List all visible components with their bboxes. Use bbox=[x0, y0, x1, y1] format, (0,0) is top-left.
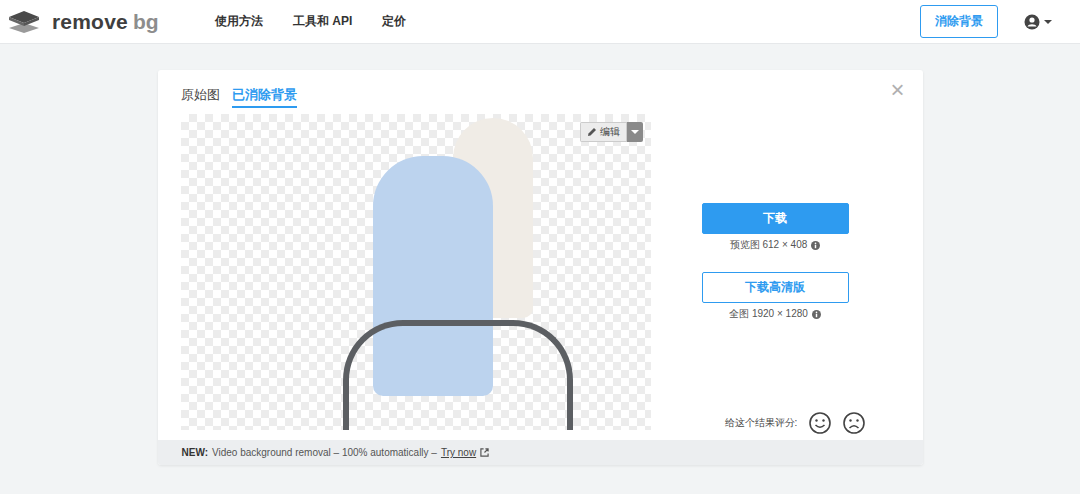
download-button[interactable]: 下载 bbox=[702, 203, 849, 234]
edit-label: 编辑 bbox=[600, 125, 620, 139]
info-icon[interactable] bbox=[812, 310, 821, 319]
tabs: 原始图已消除背景 bbox=[181, 84, 297, 108]
remove-background-button[interactable]: 消除背景 bbox=[920, 5, 998, 38]
download-caption: 全图 1920 × 1280 bbox=[729, 307, 821, 321]
download-button[interactable]: 下载高清版 bbox=[702, 272, 849, 303]
pencil-icon bbox=[587, 127, 597, 137]
external-link-icon bbox=[480, 448, 489, 457]
logo[interactable]: removebg bbox=[8, 10, 208, 34]
caret-down-icon bbox=[631, 129, 639, 135]
info-icon[interactable] bbox=[811, 241, 820, 250]
announcement-bar: NEW: Video background removal – 100% aut… bbox=[158, 440, 923, 465]
page: removebg 使用方法 工具和 API 定价 消除背景 原始图已消除背景 × 编… bbox=[0, 0, 1080, 494]
nav-item[interactable]: 定价 bbox=[382, 13, 406, 30]
top-bar: removebg 使用方法 工具和 API 定价 消除背景 bbox=[0, 0, 1080, 44]
content-area: 原始图已消除背景 × 编辑 下载 预览图 612 × 408 下载高清版 全图 … bbox=[0, 44, 1080, 465]
user-icon bbox=[1024, 14, 1040, 30]
edit-button[interactable]: 编辑 bbox=[580, 122, 643, 142]
smile-icon[interactable] bbox=[809, 412, 831, 434]
rating-label: 给这个结果评分: bbox=[725, 416, 798, 430]
nav-item[interactable]: 工具和 API bbox=[293, 13, 352, 30]
result-card: 原始图已消除背景 × 编辑 下载 预览图 612 × 408 下载高清版 全图 … bbox=[158, 70, 923, 465]
rating: 给这个结果评分: bbox=[685, 412, 866, 434]
download-panel: 下载 预览图 612 × 408 下载高清版 全图 1920 × 1280 给这… bbox=[651, 114, 905, 430]
try-now-link[interactable]: Try now bbox=[441, 447, 476, 458]
logo-word: remove bbox=[52, 10, 128, 34]
caret-down-icon bbox=[1044, 19, 1052, 25]
layers-logo-icon bbox=[8, 10, 40, 34]
announcement-text: Video background removal – 100% automati… bbox=[212, 447, 437, 458]
nav-item[interactable]: 使用方法 bbox=[215, 13, 263, 30]
close-button[interactable]: × bbox=[890, 80, 904, 100]
logo-suffix: bg bbox=[133, 10, 159, 34]
tab[interactable]: 原始图 bbox=[181, 86, 220, 108]
new-badge: NEW: bbox=[182, 447, 208, 458]
tab[interactable]: 已消除背景 bbox=[232, 86, 297, 108]
user-menu[interactable] bbox=[1024, 14, 1052, 30]
subject-photo bbox=[333, 118, 583, 430]
main-nav: 使用方法 工具和 API 定价 bbox=[215, 13, 406, 30]
frown-icon[interactable] bbox=[843, 412, 865, 434]
download-caption: 预览图 612 × 408 bbox=[730, 238, 821, 252]
result-image: 编辑 bbox=[181, 114, 651, 430]
